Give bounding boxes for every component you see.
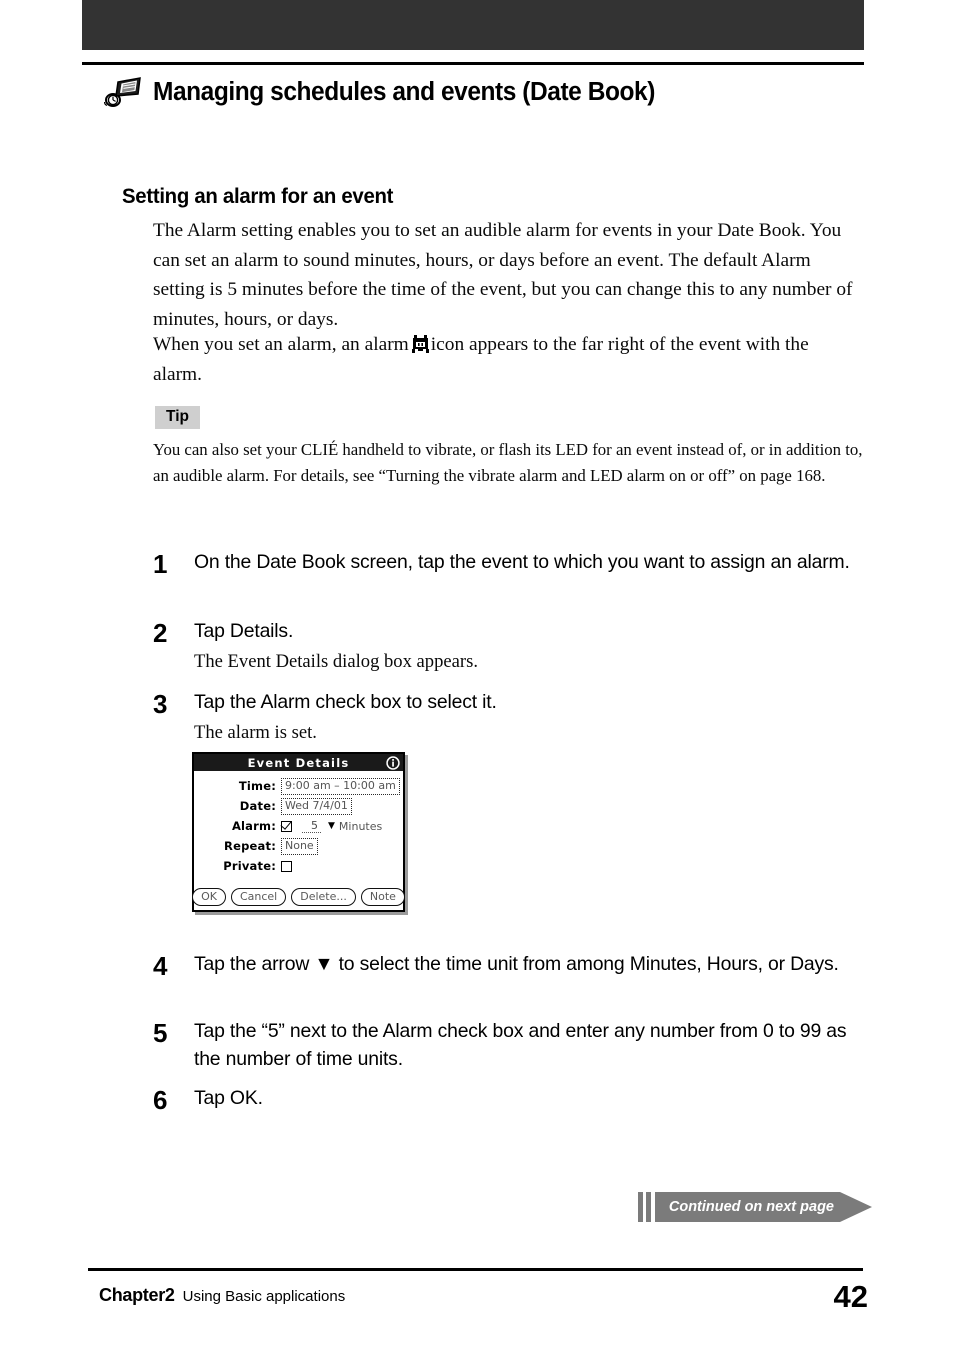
- continued-banner: Continued on next page: [637, 1192, 872, 1222]
- step-text: Tap the “5” next to the Alarm check box …: [194, 1020, 847, 1070]
- cancel-button[interactable]: Cancel: [230, 888, 287, 906]
- footer-rule: [88, 1268, 863, 1271]
- repeat-label: Repeat:: [224, 839, 276, 853]
- step-text: Tap the Alarm check box to select it.: [194, 691, 497, 713]
- alarm-unit-value[interactable]: Minutes: [339, 820, 382, 833]
- page-number: 42: [833, 1279, 868, 1314]
- alarm-clock-icon: [411, 335, 429, 353]
- arrow-right-icon: [840, 1192, 872, 1222]
- dialog-row-alarm: Alarm: 5 ▼ Minutes: [194, 816, 403, 836]
- alarm-paragraph-before: When you set an alarm, an alarm: [153, 334, 409, 355]
- step-item: 4 Tap the arrow ▼ to select the time uni…: [153, 951, 859, 981]
- chapter-heading: Managing schedules and events (Date Book…: [104, 76, 676, 108]
- dialog-button-row: OK Cancel Delete... Note: [192, 888, 405, 906]
- dialog-row-time: Time: 9:00 am – 10:00 am: [194, 776, 403, 796]
- chapter-title: Managing schedules and events (Date Book…: [153, 77, 655, 106]
- step-number: 3: [153, 689, 168, 719]
- step-text: Tap Details.: [194, 620, 294, 642]
- dialog-title-bar: Event Details: [194, 754, 403, 771]
- ok-button[interactable]: OK: [192, 888, 226, 906]
- step-number: 5: [153, 1018, 168, 1048]
- footer: Chapter2 Using Basic applications: [99, 1285, 345, 1306]
- banner-bars-icon: [637, 1192, 651, 1222]
- date-label: Date:: [239, 799, 276, 813]
- step-number: 6: [153, 1085, 168, 1115]
- dialog-row-date: Date: Wed 7/4/01: [194, 796, 403, 816]
- repeat-value[interactable]: None: [281, 837, 318, 855]
- step-text: On the Date Book screen, tap the event t…: [194, 551, 850, 573]
- dialog-fields: Time: 9:00 am – 10:00 am Date: Wed 7/4/0…: [194, 771, 403, 876]
- header-rule: [82, 62, 864, 65]
- section-heading: Setting an alarm for an event: [122, 185, 394, 208]
- delete-button[interactable]: Delete...: [291, 888, 356, 906]
- private-checkbox[interactable]: [281, 860, 292, 872]
- alarm-checkbox[interactable]: [281, 820, 292, 832]
- step-item: 2 Tap Details. The Event Details dialog …: [153, 618, 859, 675]
- dialog-title: Event Details: [247, 755, 350, 770]
- alarm-amount-field[interactable]: 5: [302, 819, 321, 833]
- step-number: 4: [153, 951, 168, 981]
- date-value[interactable]: Wed 7/4/01: [281, 797, 352, 815]
- time-value[interactable]: 9:00 am – 10:00 am: [281, 777, 400, 795]
- alarm-icon-paragraph: When you set an alarm, an alarm icon app…: [153, 330, 853, 389]
- event-details-dialog-screenshot: Event Details Time: 9:00 am – 10:00 am D…: [192, 752, 405, 912]
- step-item: 6 Tap OK.: [153, 1085, 859, 1115]
- step-subtext: The alarm is set.: [194, 721, 317, 743]
- banner-body: Continued on next page: [654, 1192, 840, 1222]
- info-icon[interactable]: [386, 755, 400, 770]
- step-text: Tap OK.: [194, 1087, 263, 1109]
- alarm-label: Alarm:: [231, 819, 276, 833]
- date-book-clock-icon: [104, 77, 141, 107]
- note-button[interactable]: Note: [360, 888, 405, 906]
- time-label: Time:: [238, 779, 276, 793]
- step-number: 1: [153, 549, 168, 579]
- top-banner: [82, 0, 864, 50]
- step-item: 1 On the Date Book screen, tap the event…: [153, 549, 859, 579]
- footer-chapter: Chapter2: [99, 1285, 175, 1305]
- chevron-down-icon[interactable]: ▼: [328, 821, 335, 831]
- intro-paragraph: The Alarm setting enables you to set an …: [153, 220, 853, 330]
- footer-subtitle: Using Basic applications: [182, 1288, 346, 1305]
- continued-label: Continued on next page: [668, 1199, 834, 1215]
- step-number: 2: [153, 618, 168, 648]
- step-subtext: The Event Details dialog box appears.: [194, 650, 478, 672]
- dialog-row-repeat: Repeat: None: [194, 836, 403, 856]
- step-text: Tap the arrow ▼ to select the time unit …: [194, 953, 839, 975]
- step-item: 3 Tap the Alarm check box to select it. …: [153, 689, 859, 746]
- tip-text: You can also set your CLIÉ handheld to v…: [153, 440, 863, 485]
- private-label: Private:: [223, 859, 276, 873]
- step-item: 5 Tap the “5” next to the Alarm check bo…: [153, 1018, 859, 1073]
- dialog-row-private: Private:: [194, 856, 403, 876]
- tip-badge: Tip: [155, 406, 200, 429]
